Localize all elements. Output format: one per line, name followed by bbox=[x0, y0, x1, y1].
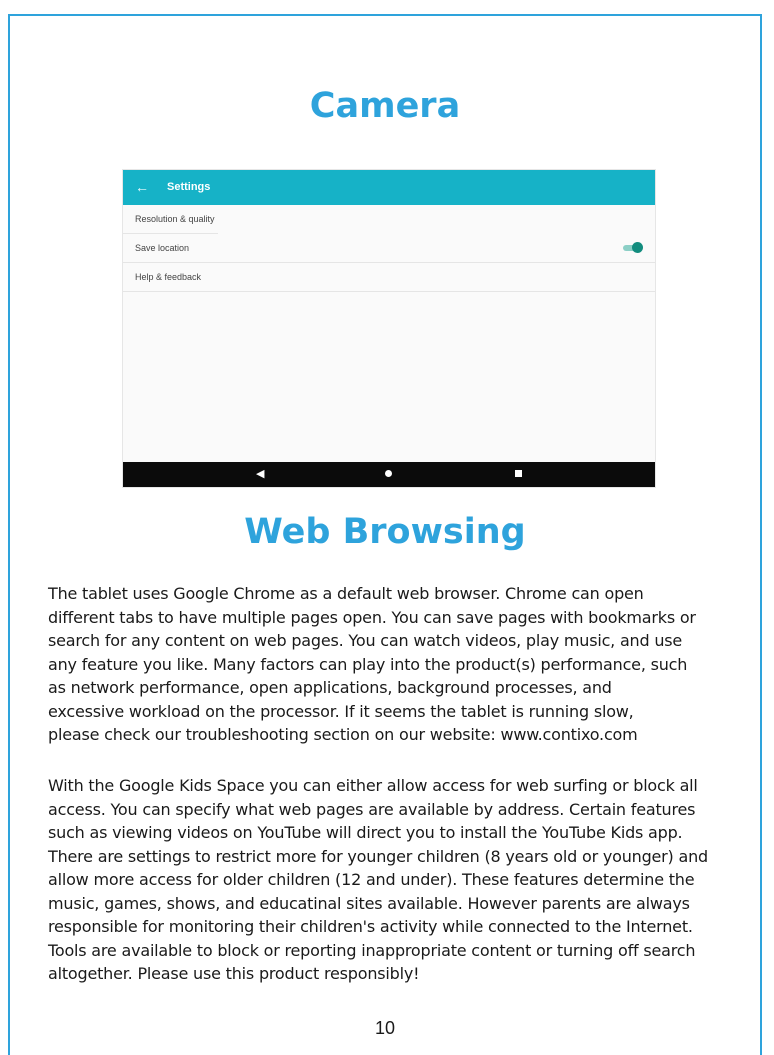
nav-home-icon[interactable] bbox=[385, 470, 392, 477]
paragraph-line: as network performance, open application… bbox=[48, 678, 612, 697]
web-browsing-heading: Web Browsing bbox=[244, 512, 526, 552]
paragraph-line: responsible for monitoring their childre… bbox=[48, 917, 693, 936]
settings-row-label: Help & feedback bbox=[135, 272, 202, 282]
settings-row-save-location[interactable]: Save location bbox=[123, 234, 655, 263]
camera-settings-screenshot: ← Settings Resolution & quality Save loc… bbox=[122, 169, 656, 488]
page-number: 10 bbox=[374, 1018, 396, 1038]
paragraph-line: excessive workload on the processor. If … bbox=[48, 701, 634, 721]
paragraph-line: different tabs to have multiple pages op… bbox=[48, 607, 696, 627]
paragraph-line: such as viewing videos on YouTube will d… bbox=[48, 823, 683, 842]
paragraph-line: please check our troubleshooting section… bbox=[48, 725, 638, 744]
paragraph-line: With the Google Kids Space you can eithe… bbox=[48, 776, 698, 795]
settings-row-resolution[interactable]: Resolution & quality bbox=[123, 205, 655, 233]
paragraph-kids-space: With the Google Kids Space you can eithe… bbox=[48, 774, 748, 986]
page-frame: Camera ← Settings Resolution & quality S… bbox=[8, 14, 762, 1055]
paragraph-chrome: The tablet uses Google Chrome as a defau… bbox=[48, 582, 748, 747]
settings-title: Settings bbox=[167, 181, 211, 193]
settings-app-bar: ← Settings bbox=[123, 170, 655, 205]
settings-row-label: Save location bbox=[135, 243, 190, 253]
paragraph-line: There are settings to restrict more for … bbox=[48, 846, 708, 866]
settings-row-help-feedback[interactable]: Help & feedback bbox=[123, 263, 655, 292]
paragraph-line: The tablet uses Google Chrome as a defau… bbox=[48, 584, 644, 603]
paragraph-line: search for any content on web pages. You… bbox=[48, 631, 683, 650]
paragraph-line: access. You can specify what web pages a… bbox=[48, 799, 696, 819]
paragraph-line: music, games, shows, and educatinal site… bbox=[48, 893, 690, 913]
nav-recent-icon[interactable] bbox=[515, 470, 522, 477]
paragraph-line: Tools are available to block or reportin… bbox=[48, 940, 696, 960]
toggle-knob bbox=[632, 242, 643, 253]
camera-heading: Camera bbox=[309, 86, 461, 126]
save-location-toggle[interactable] bbox=[623, 242, 643, 253]
settings-row-label: Resolution & quality bbox=[135, 214, 215, 224]
paragraph-line: any feature you like. Many factors can p… bbox=[48, 654, 688, 674]
android-nav-bar: ◀ bbox=[123, 462, 655, 487]
back-arrow-icon[interactable]: ← bbox=[135, 179, 149, 195]
paragraph-line: allow more access for older children (12… bbox=[48, 870, 695, 889]
paragraph-line: altogether. Please use this product resp… bbox=[48, 964, 420, 983]
nav-back-icon[interactable]: ◀ bbox=[256, 467, 264, 480]
